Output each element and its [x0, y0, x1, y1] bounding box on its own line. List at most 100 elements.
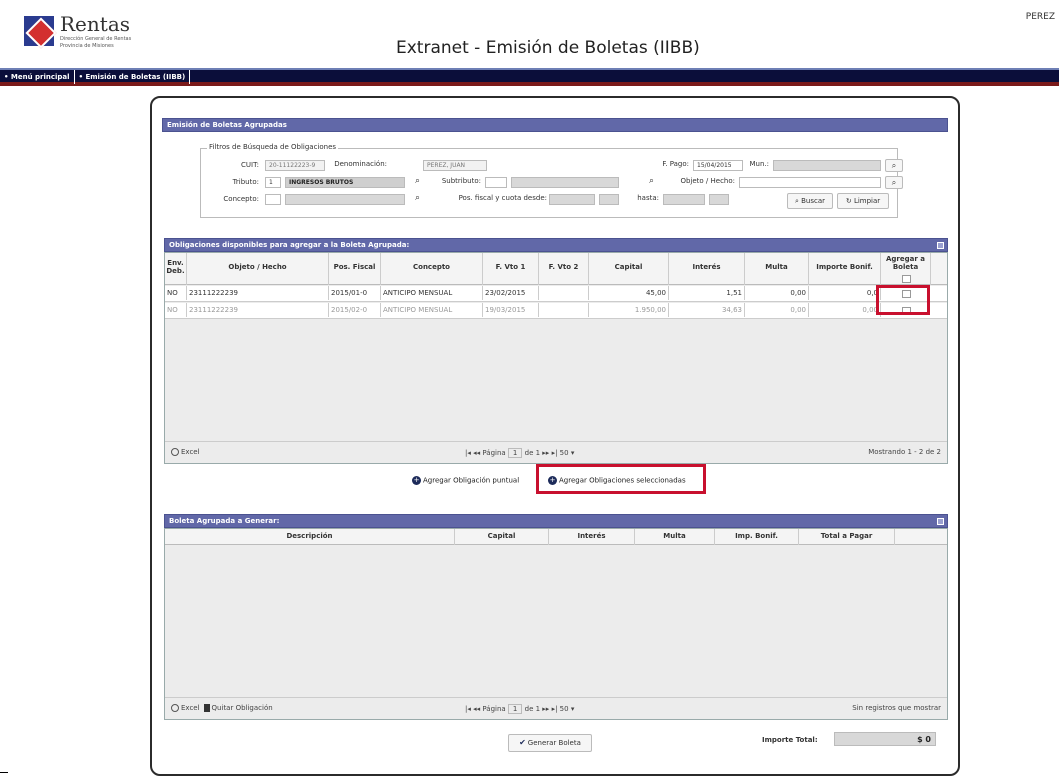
grid-footer: Excel Quitar Obligación |◂ ◂◂ Página 1 de…: [165, 697, 947, 719]
cuit-label: CUIT:: [241, 161, 259, 169]
total-label: Importe Total:: [762, 736, 818, 744]
cell-multa: 0,00: [745, 303, 809, 317]
col-interes[interactable]: Interés: [669, 253, 745, 285]
user-name: PEREZ: [1025, 12, 1055, 22]
col-concepto[interactable]: Concepto: [381, 253, 483, 285]
boleta-title: Boleta Agrupada a Generar:: [164, 514, 948, 528]
col-total-pagar[interactable]: Total a Pagar: [799, 529, 895, 545]
cell-capital: 45,00: [589, 286, 669, 300]
cell-importe-bonif: 0,00: [809, 303, 881, 317]
check-icon: ✔: [519, 738, 526, 747]
chevron-down-icon[interactable]: ▾: [571, 705, 575, 713]
subtributo-code-field[interactable]: [485, 177, 507, 188]
col-interes[interactable]: Interés: [549, 529, 635, 545]
cuota-from-field[interactable]: [599, 194, 619, 205]
objeto-search-button[interactable]: ⌕: [885, 176, 903, 189]
col-objeto[interactable]: Objeto / Hecho: [187, 253, 329, 285]
nav-emision-boletas[interactable]: • Emisión de Boletas (IIBB): [75, 70, 191, 84]
col-importe-bonif[interactable]: Importe Bonif.: [809, 253, 881, 285]
cuota-to-field[interactable]: [709, 194, 729, 205]
cell-interes: 34,63: [669, 303, 745, 317]
rentas-logo[interactable]: Rentas Dirección General de Rentas Provi…: [24, 12, 174, 52]
grid-header: Descripción Capital Interés Multa Imp. B…: [165, 529, 947, 545]
tributo-search-icon[interactable]: ⌕: [415, 176, 420, 186]
concepto-search-icon[interactable]: ⌕: [415, 193, 420, 203]
last-page-icon[interactable]: ▸|: [552, 705, 558, 713]
cuit-field[interactable]: 20-11122223-9: [265, 160, 325, 171]
search-icon: ⌕: [794, 197, 799, 205]
col-capital[interactable]: Capital: [455, 529, 549, 545]
first-page-icon[interactable]: |◂: [465, 705, 471, 713]
concepto-code-field[interactable]: [265, 194, 281, 205]
page-size-select[interactable]: 50: [560, 449, 569, 457]
buscar-button[interactable]: ⌕ Buscar: [787, 193, 833, 209]
page-input[interactable]: 1: [507, 448, 523, 458]
page-size-select[interactable]: 50: [560, 705, 569, 713]
table-row[interactable]: NO 23111222239 2015/01-0 ANTICIPO MENSUA…: [165, 286, 947, 302]
posfiscal-from-field[interactable]: [549, 194, 595, 205]
prev-page-icon[interactable]: ◂◂: [473, 449, 480, 457]
excel-export[interactable]: Excel: [171, 448, 200, 456]
denominacion-field[interactable]: PEREZ, JUAN: [423, 160, 487, 171]
mun-field[interactable]: [773, 160, 881, 171]
page-of: de 1: [524, 705, 541, 713]
col-multa[interactable]: Multa: [745, 253, 809, 285]
boleta-grid: Descripción Capital Interés Multa Imp. B…: [164, 528, 948, 720]
tributo-field[interactable]: INGRESOS BRUTOS: [285, 177, 405, 188]
collapse-icon[interactable]: [937, 518, 944, 525]
last-page-icon[interactable]: ▸|: [552, 449, 558, 457]
fpago-label: F. Pago:: [662, 160, 689, 168]
limpiar-button[interactable]: ↻ Limpiar: [837, 193, 889, 209]
search-icon: ⌕: [891, 178, 897, 187]
fpago-field[interactable]: 15/04/2015: [693, 160, 743, 171]
subtributo-search-icon[interactable]: ⌕: [649, 176, 654, 186]
cell-multa: 0,00: [745, 286, 809, 300]
col-capital[interactable]: Capital: [589, 253, 669, 285]
table-row[interactable]: NO 23111222239 2015/02-0 ANTICIPO MENSUA…: [165, 303, 947, 319]
excel-icon: [171, 448, 179, 456]
mun-search-button[interactable]: ⌕: [885, 159, 903, 172]
cell-fvto1: 23/02/2015: [483, 286, 539, 300]
posfiscal-to-field[interactable]: [663, 194, 705, 205]
cell-fvto2: [539, 303, 589, 317]
concepto-field[interactable]: [285, 194, 405, 205]
next-page-icon[interactable]: ▸▸: [542, 705, 549, 713]
agregar-puntual-label: Agregar Obligación puntual: [423, 476, 520, 485]
generar-boleta-button[interactable]: ✔ Generar Boleta: [508, 734, 592, 752]
col-env-deb[interactable]: Env. Deb.: [165, 253, 187, 285]
subtributo-field[interactable]: [511, 177, 619, 188]
col-agregar[interactable]: Agregar a Boleta: [881, 253, 931, 285]
select-all-checkbox[interactable]: [902, 275, 911, 283]
quitar-label[interactable]: Quitar Obligación: [212, 704, 273, 712]
obligaciones-title-text: Obligaciones disponibles para agregar a …: [169, 241, 410, 249]
excel-icon: [171, 704, 179, 712]
excel-label: Excel: [181, 704, 200, 712]
col-multa[interactable]: Multa: [635, 529, 715, 545]
col-pos-fiscal[interactable]: Pos. Fiscal: [329, 253, 381, 285]
trash-icon: [203, 704, 210, 712]
page-label: Página: [482, 449, 506, 457]
chevron-down-icon[interactable]: ▾: [571, 449, 575, 457]
nav-menu-principal[interactable]: • Menú principal: [0, 70, 75, 84]
cell-concepto: ANTICIPO MENSUAL: [381, 303, 483, 317]
header: Rentas Dirección General de Rentas Provi…: [0, 0, 1059, 64]
collapse-icon[interactable]: [937, 242, 944, 249]
col-descripcion[interactable]: Descripción: [165, 529, 455, 545]
first-page-icon[interactable]: |◂: [465, 449, 471, 457]
cell-capital: 1.950,00: [589, 303, 669, 317]
refresh-icon: ↻: [845, 197, 852, 205]
denominacion-label: Denominación:: [334, 160, 387, 168]
next-page-icon[interactable]: ▸▸: [542, 449, 549, 457]
col-fvto2[interactable]: F. Vto 2: [539, 253, 589, 285]
prev-page-icon[interactable]: ◂◂: [473, 705, 480, 713]
col-imp-bonif[interactable]: Imp. Bonif.: [715, 529, 799, 545]
cell-fvto2: [539, 286, 589, 300]
objeto-field[interactable]: [739, 177, 881, 188]
tributo-code-field[interactable]: 1: [265, 177, 281, 188]
agregar-puntual-button[interactable]: + Agregar Obligación puntual: [408, 472, 524, 490]
page-input[interactable]: 1: [507, 704, 523, 714]
col-fvto1[interactable]: F. Vto 1: [483, 253, 539, 285]
highlight-checkbox: [876, 285, 930, 315]
excel-export[interactable]: Excel Quitar Obligación: [171, 704, 273, 712]
cell-pos-fiscal: 2015/01-0: [329, 286, 381, 300]
